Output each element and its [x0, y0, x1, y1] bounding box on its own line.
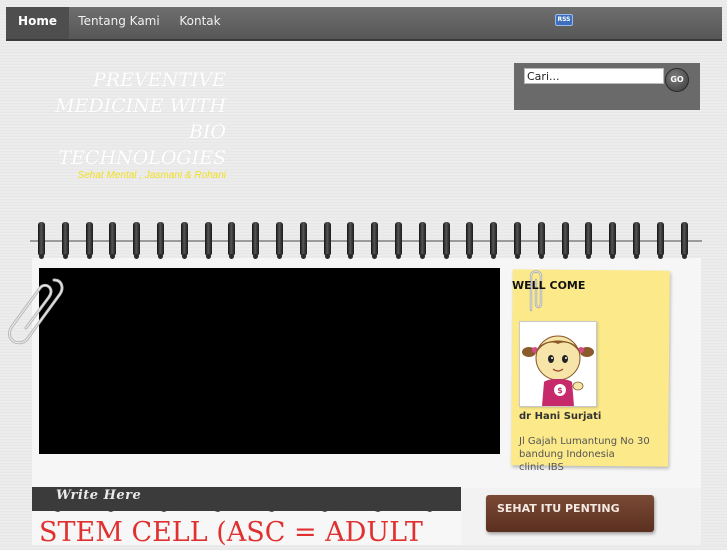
- doctor-name: dr Hani Surjati: [519, 411, 602, 422]
- spiral-bar: [30, 240, 702, 242]
- svg-text:$: $: [557, 386, 563, 395]
- spiral-ring: [228, 222, 236, 259]
- widget-title: SEHAT ITU PENTING: [497, 502, 620, 515]
- spiral-ring: [466, 222, 474, 259]
- nav-item-home[interactable]: Home: [6, 7, 69, 39]
- cartoon-girl-avatar-icon: $: [522, 335, 594, 406]
- spiral-ring: [157, 222, 164, 259]
- site-tagline: Sehat Mental , Jasmani & Rohani: [77, 170, 226, 181]
- spiral-ring: [180, 222, 188, 259]
- address-line: Jl Gajah Lumantung No 30: [519, 436, 650, 447]
- spiral-ring: [252, 222, 260, 259]
- spiral-ring: [347, 222, 355, 259]
- torn-paper-edge: [32, 505, 461, 512]
- spiral-ring: [585, 222, 593, 259]
- top-nav: Home Tentang Kami Kontak RSS: [6, 7, 722, 41]
- spiral-ring: [38, 222, 45, 259]
- go-button[interactable]: GO: [665, 68, 689, 92]
- spiral-ring: [418, 222, 426, 259]
- spiral-ring: [680, 222, 688, 259]
- spiral-ring: [442, 222, 450, 259]
- rss-icon[interactable]: RSS: [555, 14, 573, 26]
- search-input[interactable]: [524, 68, 664, 84]
- spiral-ring: [109, 222, 117, 259]
- address-line: bandung Indonesia: [519, 449, 615, 460]
- spiral-ring: [514, 222, 521, 259]
- spiral-ring: [323, 222, 331, 259]
- spiral-ring: [61, 222, 69, 259]
- nav-item-tentang-kami[interactable]: Tentang Kami: [69, 7, 169, 39]
- search-box: GO: [514, 63, 700, 110]
- spiral-ring: [537, 222, 545, 259]
- widget-header: SEHAT ITU PENTING: [486, 495, 654, 532]
- spiral-ring: [85, 222, 93, 259]
- spiral-binding: [30, 222, 702, 260]
- nav-item-kontak[interactable]: Kontak: [169, 7, 231, 39]
- address-line: clinic IBS: [519, 462, 564, 473]
- spiral-ring: [395, 222, 402, 259]
- spiral-ring: [609, 222, 617, 259]
- spiral-ring: [561, 222, 569, 259]
- spiral-ring: [204, 222, 212, 259]
- paperclip-icon: [8, 278, 64, 345]
- avatar: $: [519, 321, 597, 407]
- media-player[interactable]: [39, 268, 500, 454]
- spiral-ring: [656, 222, 664, 259]
- welcome-title: WELL COME: [512, 279, 586, 292]
- spiral-ring: [633, 222, 640, 259]
- write-here-label: Write Here: [56, 488, 142, 503]
- site-title[interactable]: PREVENTIVE MEDICINE WITH BIO TECHNOLOGIE…: [38, 67, 226, 171]
- spiral-ring: [490, 222, 498, 259]
- spiral-ring: [276, 222, 283, 259]
- spiral-ring: [371, 222, 379, 259]
- spiral-ring: [133, 222, 141, 259]
- spiral-ring: [299, 222, 307, 259]
